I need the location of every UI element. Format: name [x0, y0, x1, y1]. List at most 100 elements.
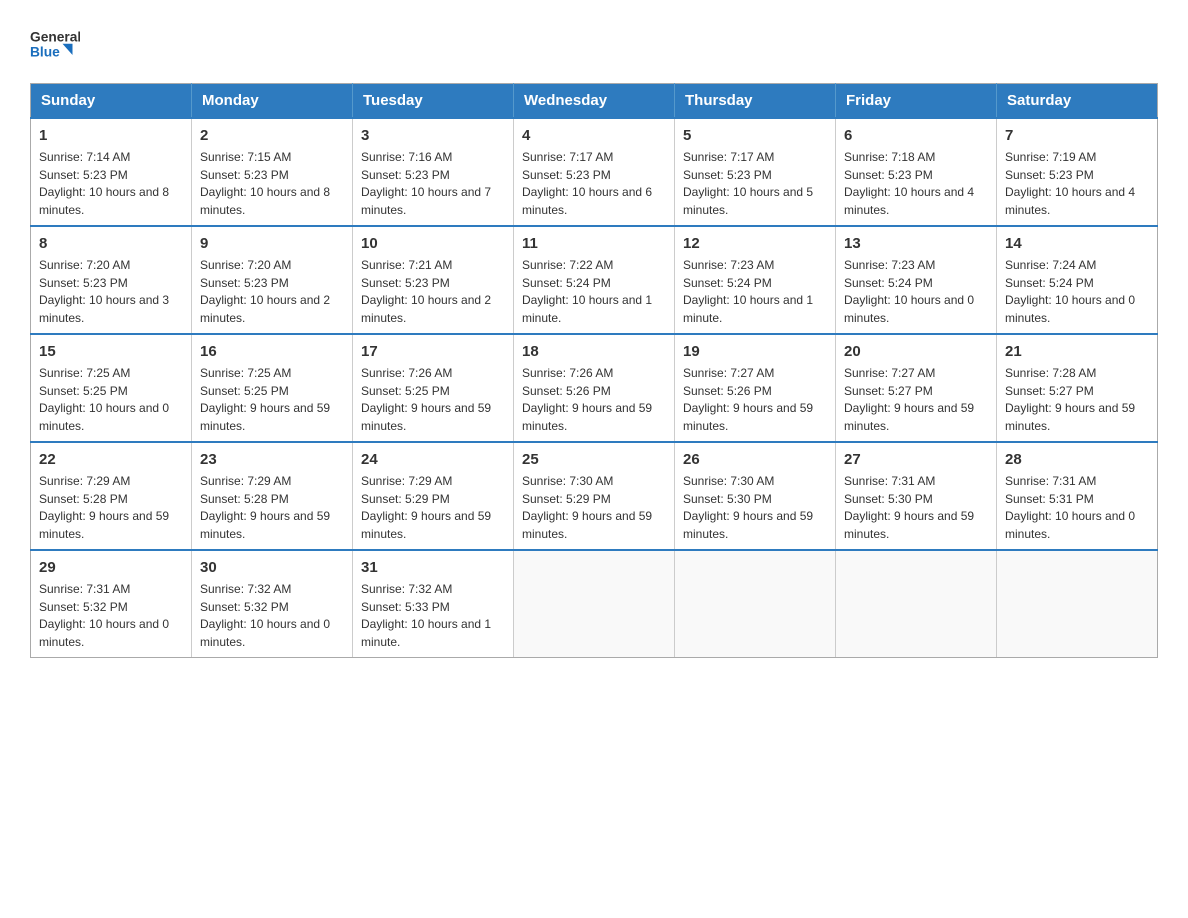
calendar-week-row: 8 Sunrise: 7:20 AMSunset: 5:23 PMDayligh… — [31, 226, 1158, 334]
calendar-cell: 31 Sunrise: 7:32 AMSunset: 5:33 PMDaylig… — [353, 550, 514, 658]
calendar-cell: 26 Sunrise: 7:30 AMSunset: 5:30 PMDaylig… — [675, 442, 836, 550]
day-number: 7 — [1005, 125, 1149, 146]
day-info: Sunrise: 7:26 AMSunset: 5:26 PMDaylight:… — [522, 366, 652, 433]
calendar-cell: 21 Sunrise: 7:28 AMSunset: 5:27 PMDaylig… — [997, 334, 1158, 442]
day-number: 1 — [39, 125, 183, 146]
day-info: Sunrise: 7:22 AMSunset: 5:24 PMDaylight:… — [522, 258, 652, 325]
calendar-cell: 9 Sunrise: 7:20 AMSunset: 5:23 PMDayligh… — [192, 226, 353, 334]
day-info: Sunrise: 7:16 AMSunset: 5:23 PMDaylight:… — [361, 150, 491, 217]
logo: General Blue — [30, 20, 80, 65]
day-number: 9 — [200, 233, 344, 254]
day-number: 21 — [1005, 341, 1149, 362]
day-number: 30 — [200, 557, 344, 578]
calendar-cell: 11 Sunrise: 7:22 AMSunset: 5:24 PMDaylig… — [514, 226, 675, 334]
column-header-saturday: Saturday — [997, 84, 1158, 119]
day-number: 20 — [844, 341, 988, 362]
day-info: Sunrise: 7:20 AMSunset: 5:23 PMDaylight:… — [200, 258, 330, 325]
calendar-cell: 18 Sunrise: 7:26 AMSunset: 5:26 PMDaylig… — [514, 334, 675, 442]
day-number: 15 — [39, 341, 183, 362]
day-info: Sunrise: 7:17 AMSunset: 5:23 PMDaylight:… — [522, 150, 652, 217]
svg-text:General: General — [30, 29, 80, 44]
day-info: Sunrise: 7:17 AMSunset: 5:23 PMDaylight:… — [683, 150, 813, 217]
column-header-friday: Friday — [836, 84, 997, 119]
day-number: 2 — [200, 125, 344, 146]
calendar-cell: 24 Sunrise: 7:29 AMSunset: 5:29 PMDaylig… — [353, 442, 514, 550]
day-info: Sunrise: 7:30 AMSunset: 5:29 PMDaylight:… — [522, 474, 652, 541]
day-info: Sunrise: 7:24 AMSunset: 5:24 PMDaylight:… — [1005, 258, 1135, 325]
calendar-cell: 4 Sunrise: 7:17 AMSunset: 5:23 PMDayligh… — [514, 118, 675, 226]
calendar-week-row: 15 Sunrise: 7:25 AMSunset: 5:25 PMDaylig… — [31, 334, 1158, 442]
calendar-cell: 17 Sunrise: 7:26 AMSunset: 5:25 PMDaylig… — [353, 334, 514, 442]
day-info: Sunrise: 7:31 AMSunset: 5:30 PMDaylight:… — [844, 474, 974, 541]
calendar-cell: 8 Sunrise: 7:20 AMSunset: 5:23 PMDayligh… — [31, 226, 192, 334]
calendar-cell: 2 Sunrise: 7:15 AMSunset: 5:23 PMDayligh… — [192, 118, 353, 226]
day-number: 14 — [1005, 233, 1149, 254]
day-info: Sunrise: 7:15 AMSunset: 5:23 PMDaylight:… — [200, 150, 330, 217]
day-info: Sunrise: 7:31 AMSunset: 5:32 PMDaylight:… — [39, 582, 169, 649]
calendar-cell: 23 Sunrise: 7:29 AMSunset: 5:28 PMDaylig… — [192, 442, 353, 550]
day-number: 19 — [683, 341, 827, 362]
day-number: 24 — [361, 449, 505, 470]
calendar-cell: 6 Sunrise: 7:18 AMSunset: 5:23 PMDayligh… — [836, 118, 997, 226]
day-number: 18 — [522, 341, 666, 362]
day-number: 12 — [683, 233, 827, 254]
column-header-thursday: Thursday — [675, 84, 836, 119]
calendar-header-row: SundayMondayTuesdayWednesdayThursdayFrid… — [31, 84, 1158, 119]
day-number: 16 — [200, 341, 344, 362]
day-info: Sunrise: 7:32 AMSunset: 5:33 PMDaylight:… — [361, 582, 491, 649]
day-info: Sunrise: 7:29 AMSunset: 5:28 PMDaylight:… — [39, 474, 169, 541]
day-info: Sunrise: 7:23 AMSunset: 5:24 PMDaylight:… — [844, 258, 974, 325]
calendar-cell: 1 Sunrise: 7:14 AMSunset: 5:23 PMDayligh… — [31, 118, 192, 226]
day-number: 28 — [1005, 449, 1149, 470]
calendar-cell: 29 Sunrise: 7:31 AMSunset: 5:32 PMDaylig… — [31, 550, 192, 658]
calendar-cell: 7 Sunrise: 7:19 AMSunset: 5:23 PMDayligh… — [997, 118, 1158, 226]
day-info: Sunrise: 7:32 AMSunset: 5:32 PMDaylight:… — [200, 582, 330, 649]
day-info: Sunrise: 7:14 AMSunset: 5:23 PMDaylight:… — [39, 150, 169, 217]
calendar-cell — [997, 550, 1158, 658]
day-number: 31 — [361, 557, 505, 578]
day-number: 5 — [683, 125, 827, 146]
day-info: Sunrise: 7:25 AMSunset: 5:25 PMDaylight:… — [200, 366, 330, 433]
calendar-week-row: 1 Sunrise: 7:14 AMSunset: 5:23 PMDayligh… — [31, 118, 1158, 226]
day-info: Sunrise: 7:25 AMSunset: 5:25 PMDaylight:… — [39, 366, 169, 433]
calendar-cell: 14 Sunrise: 7:24 AMSunset: 5:24 PMDaylig… — [997, 226, 1158, 334]
column-header-sunday: Sunday — [31, 84, 192, 119]
calendar-cell: 22 Sunrise: 7:29 AMSunset: 5:28 PMDaylig… — [31, 442, 192, 550]
calendar-cell — [675, 550, 836, 658]
day-info: Sunrise: 7:31 AMSunset: 5:31 PMDaylight:… — [1005, 474, 1135, 541]
calendar-cell: 28 Sunrise: 7:31 AMSunset: 5:31 PMDaylig… — [997, 442, 1158, 550]
calendar-cell — [514, 550, 675, 658]
day-info: Sunrise: 7:29 AMSunset: 5:29 PMDaylight:… — [361, 474, 491, 541]
day-number: 22 — [39, 449, 183, 470]
day-number: 3 — [361, 125, 505, 146]
day-number: 6 — [844, 125, 988, 146]
day-number: 11 — [522, 233, 666, 254]
calendar-week-row: 29 Sunrise: 7:31 AMSunset: 5:32 PMDaylig… — [31, 550, 1158, 658]
day-info: Sunrise: 7:26 AMSunset: 5:25 PMDaylight:… — [361, 366, 491, 433]
day-info: Sunrise: 7:20 AMSunset: 5:23 PMDaylight:… — [39, 258, 169, 325]
calendar-table: SundayMondayTuesdayWednesdayThursdayFrid… — [30, 83, 1158, 658]
calendar-cell: 10 Sunrise: 7:21 AMSunset: 5:23 PMDaylig… — [353, 226, 514, 334]
svg-text:Blue: Blue — [30, 44, 60, 59]
calendar-cell: 30 Sunrise: 7:32 AMSunset: 5:32 PMDaylig… — [192, 550, 353, 658]
day-number: 17 — [361, 341, 505, 362]
day-info: Sunrise: 7:21 AMSunset: 5:23 PMDaylight:… — [361, 258, 491, 325]
column-header-tuesday: Tuesday — [353, 84, 514, 119]
day-number: 10 — [361, 233, 505, 254]
day-info: Sunrise: 7:30 AMSunset: 5:30 PMDaylight:… — [683, 474, 813, 541]
calendar-cell: 20 Sunrise: 7:27 AMSunset: 5:27 PMDaylig… — [836, 334, 997, 442]
day-number: 8 — [39, 233, 183, 254]
day-info: Sunrise: 7:18 AMSunset: 5:23 PMDaylight:… — [844, 150, 974, 217]
day-number: 23 — [200, 449, 344, 470]
calendar-cell: 15 Sunrise: 7:25 AMSunset: 5:25 PMDaylig… — [31, 334, 192, 442]
calendar-cell: 19 Sunrise: 7:27 AMSunset: 5:26 PMDaylig… — [675, 334, 836, 442]
day-info: Sunrise: 7:28 AMSunset: 5:27 PMDaylight:… — [1005, 366, 1135, 433]
column-header-wednesday: Wednesday — [514, 84, 675, 119]
calendar-week-row: 22 Sunrise: 7:29 AMSunset: 5:28 PMDaylig… — [31, 442, 1158, 550]
day-number: 4 — [522, 125, 666, 146]
day-info: Sunrise: 7:27 AMSunset: 5:27 PMDaylight:… — [844, 366, 974, 433]
calendar-cell — [836, 550, 997, 658]
calendar-cell: 13 Sunrise: 7:23 AMSunset: 5:24 PMDaylig… — [836, 226, 997, 334]
day-info: Sunrise: 7:27 AMSunset: 5:26 PMDaylight:… — [683, 366, 813, 433]
calendar-cell: 12 Sunrise: 7:23 AMSunset: 5:24 PMDaylig… — [675, 226, 836, 334]
